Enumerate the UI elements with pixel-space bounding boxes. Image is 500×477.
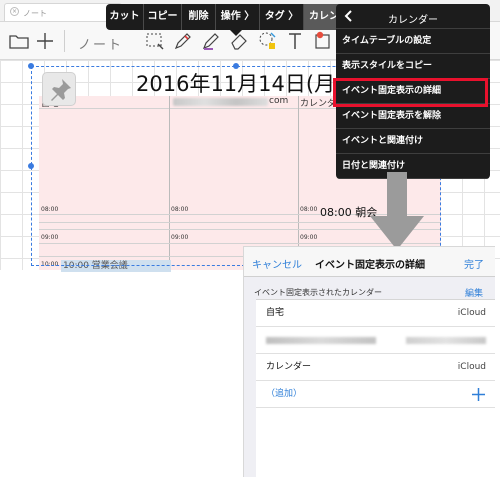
plus-icon[interactable] <box>471 387 486 402</box>
submenu-item-copy-style[interactable]: 表示スタイルをコピー <box>336 54 490 79</box>
menu-copy[interactable]: コピー <box>144 4 182 30</box>
panel-nav-bar: キャンセル イベント固定表示の詳細 完了 <box>244 247 495 277</box>
submenu-header: カレンダー <box>336 4 490 29</box>
calendar-list: 自宅 iCloud カレンダー iCloud （追加） <box>256 299 495 477</box>
submenu-item-link-event[interactable]: イベントと関連付け <box>336 129 490 154</box>
down-arrow-icon <box>370 172 424 250</box>
resize-handle[interactable] <box>28 63 34 69</box>
empty-list-area <box>256 408 495 477</box>
folder-icon[interactable] <box>8 30 30 52</box>
pen-icon[interactable] <box>172 30 194 52</box>
context-menu-bar: カット コピー 削除 操作 〉 タグ 〉 カレンダ <box>106 4 354 30</box>
submenu-item-timetable[interactable]: タイムテーブルの設定 <box>336 29 490 54</box>
pin-icon <box>51 79 71 101</box>
calendar-source: iCloud <box>457 308 486 318</box>
add-calendar-label: （追加） <box>266 389 303 399</box>
blurred-calendar-source <box>406 337 486 344</box>
tab-note[interactable]: × ノート <box>4 3 122 21</box>
calendar-date-heading: 2016年11月14日(月) <box>136 72 344 96</box>
toolbar-divider <box>64 30 65 52</box>
menu-operation[interactable]: 操作 〉 <box>216 4 260 30</box>
highlight-box <box>333 78 488 107</box>
list-item[interactable] <box>256 327 495 354</box>
calendar-name: カレンダー <box>266 362 312 372</box>
lasso-color-icon[interactable] <box>256 30 278 52</box>
pin-button[interactable] <box>42 72 76 106</box>
resize-handle[interactable] <box>28 163 34 169</box>
highlighter-icon[interactable] <box>200 30 222 52</box>
blurred-calendar-name <box>266 337 376 344</box>
submenu-item-unpin[interactable]: イベント固定表示を解除 <box>336 104 490 129</box>
lasso-icon[interactable] <box>144 30 166 52</box>
tab-close-icon[interactable]: × <box>10 7 19 16</box>
menu-tag[interactable]: タグ 〉 <box>260 4 304 30</box>
list-item[interactable]: 自宅 iCloud <box>256 300 495 327</box>
note-title[interactable]: ノート <box>78 34 123 53</box>
menu-cut[interactable]: カット <box>106 4 144 30</box>
submenu-title: カレンダー <box>388 15 438 26</box>
text-icon[interactable] <box>284 30 306 52</box>
panel-title: イベント固定表示の詳細 <box>315 260 425 271</box>
calendar-source: iCloud <box>457 362 486 372</box>
calendar-name: 自宅 <box>266 308 285 318</box>
done-button[interactable]: 完了 <box>464 256 484 271</box>
list-item[interactable]: カレンダー iCloud <box>256 354 495 381</box>
edit-button[interactable]: 編集 <box>465 286 483 299</box>
section-label: イベント固定表示されたカレンダー <box>254 288 382 297</box>
stamp-icon[interactable] <box>312 30 334 52</box>
menu-pointer <box>230 30 242 36</box>
tab-label: ノート <box>23 9 47 18</box>
menu-delete[interactable]: 削除 <box>182 4 216 30</box>
detail-panel: キャンセル イベント固定表示の詳細 完了 イベント固定表示されたカレンダー 編集… <box>243 246 495 477</box>
plus-icon[interactable] <box>34 30 56 52</box>
add-calendar-row[interactable]: （追加） <box>256 381 495 408</box>
